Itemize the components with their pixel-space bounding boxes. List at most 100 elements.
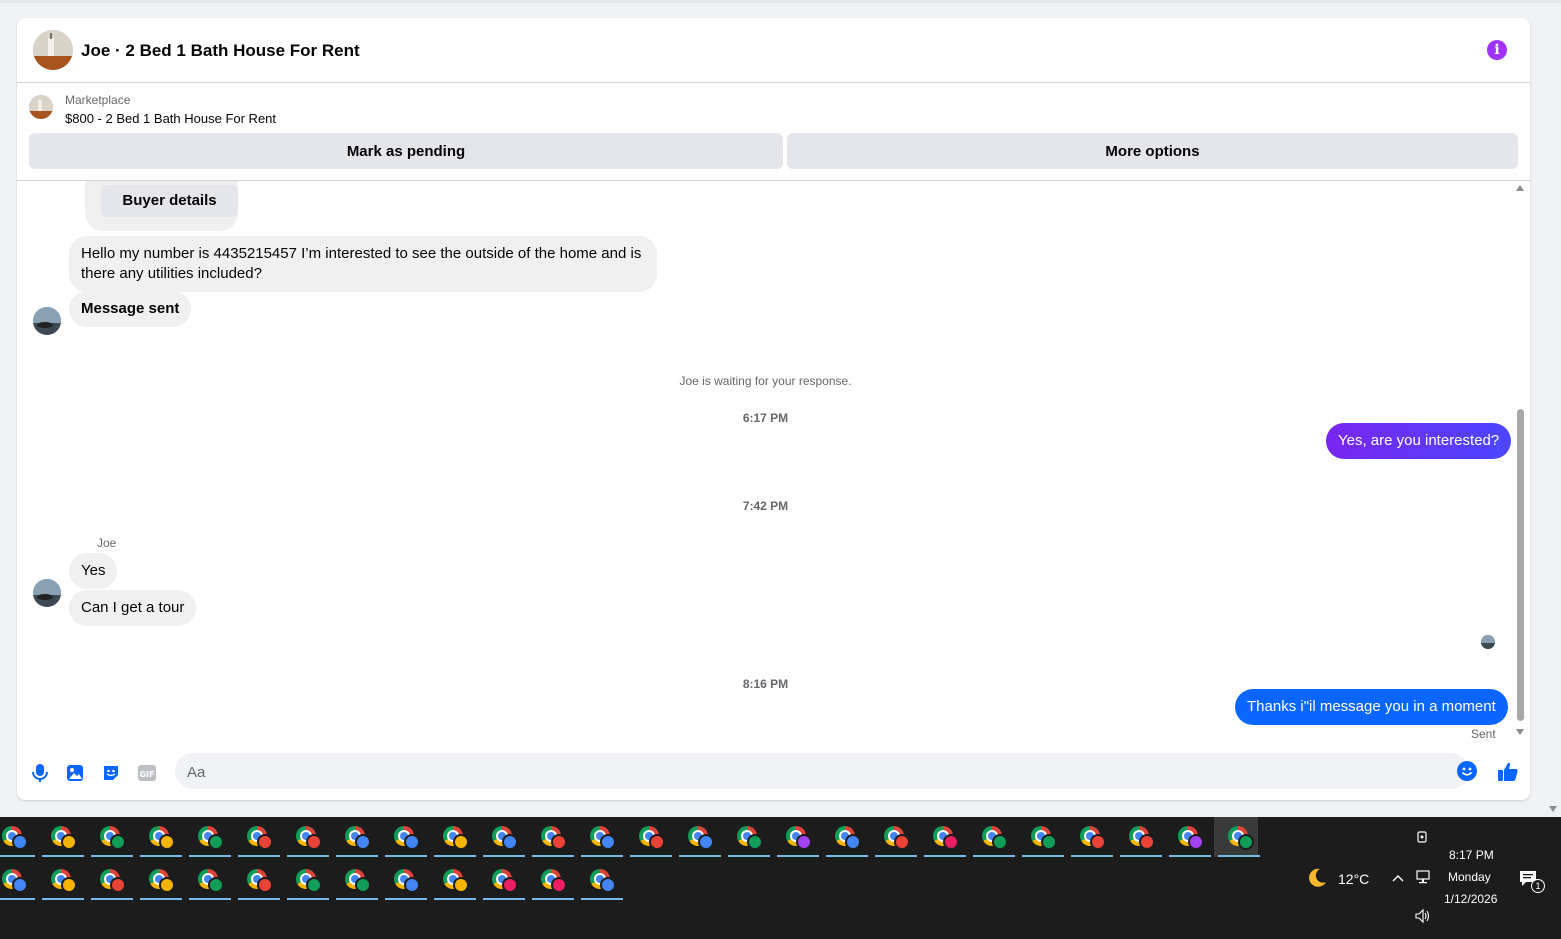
- taskbar-chrome-window[interactable]: [479, 860, 525, 900]
- taskbar-chrome-window[interactable]: [675, 817, 721, 857]
- taskbar-chrome-window[interactable]: [528, 817, 574, 857]
- taskbar-chrome-window[interactable]: [283, 860, 329, 900]
- message-bubble-incoming[interactable]: Hello my number is 4435215457 I’m intere…: [69, 236, 657, 292]
- taskbar-chrome-window[interactable]: [234, 860, 280, 900]
- listing-title[interactable]: $800 - 2 Bed 1 Bath House For Rent: [65, 111, 276, 126]
- sent-status: Sent: [1471, 727, 1496, 741]
- taskbar-chrome-window[interactable]: [626, 817, 672, 857]
- taskbar-chrome-window[interactable]: [0, 860, 35, 900]
- taskbar-chrome-window[interactable]: [1018, 817, 1064, 857]
- notification-count-badge: 1: [1531, 879, 1545, 893]
- taskbar-chrome-window[interactable]: [430, 860, 476, 900]
- taskbar-chrome-window[interactable]: [136, 817, 182, 857]
- taskbar-chrome-window[interactable]: [38, 860, 84, 900]
- mark-as-pending-button[interactable]: Mark as pending: [29, 133, 783, 169]
- meet-now-icon[interactable]: [1416, 829, 1430, 845]
- chevron-up-icon[interactable]: [1391, 873, 1405, 883]
- volume-icon[interactable]: [1414, 908, 1432, 924]
- marketplace-banner: Marketplace $800 - 2 Bed 1 Bath House Fo…: [17, 83, 1530, 181]
- thumbs-up-icon[interactable]: [1496, 760, 1520, 784]
- page-scroll-down-arrow-icon[interactable]: [1546, 800, 1561, 817]
- running-indicator: [483, 898, 525, 900]
- message-bubble-incoming[interactable]: Yes: [69, 553, 118, 589]
- message-thread[interactable]: Buyer details Hello my number is 4435215…: [17, 181, 1530, 741]
- photo-icon[interactable]: [64, 762, 86, 784]
- timestamp: 6:17 PM: [742, 411, 789, 425]
- sender-name: Joe: [97, 536, 117, 550]
- emoji-icon[interactable]: [1457, 761, 1477, 781]
- taskbar-chrome-window[interactable]: [479, 817, 525, 857]
- sticker-icon[interactable]: [100, 762, 122, 784]
- taskbar-chrome-window[interactable]: [969, 817, 1015, 857]
- running-indicator: [385, 855, 427, 857]
- scroll-up-arrow-icon[interactable]: [1516, 185, 1524, 191]
- message-bubble-outgoing[interactable]: Thanks i"il message you in a moment: [1235, 689, 1508, 725]
- info-icon[interactable]: i: [1487, 40, 1507, 60]
- profile-badge-icon: [600, 834, 616, 850]
- taskbar-chrome-window[interactable]: [871, 817, 917, 857]
- running-indicator: [581, 855, 623, 857]
- more-options-button[interactable]: More options: [787, 133, 1518, 169]
- running-indicator: [679, 855, 721, 857]
- running-indicator: [581, 898, 623, 900]
- taskbar-chrome-window[interactable]: [577, 817, 623, 857]
- taskbar-chrome-window[interactable]: [920, 817, 966, 857]
- taskbar-chrome-window[interactable]: [1165, 817, 1211, 857]
- taskbar-chrome-window[interactable]: [381, 860, 427, 900]
- taskbar-chrome-window[interactable]: [283, 817, 329, 857]
- buyer-details-button[interactable]: Buyer details: [101, 185, 238, 217]
- taskbar-chrome-window[interactable]: [185, 860, 231, 900]
- taskbar-chrome-window[interactable]: [87, 860, 133, 900]
- taskbar-chrome-window[interactable]: [38, 817, 84, 857]
- profile-badge-icon: [404, 834, 420, 850]
- scroll-thumb[interactable]: [1517, 409, 1524, 721]
- taskbar-chrome-window[interactable]: [528, 860, 574, 900]
- taskbar-chrome-window[interactable]: [1214, 817, 1260, 857]
- taskbar-chrome-window[interactable]: [1116, 817, 1162, 857]
- running-indicator: [0, 898, 35, 900]
- profile-badge-icon: [1139, 834, 1155, 850]
- message-bubble-outgoing[interactable]: Yes, are you interested?: [1326, 423, 1512, 459]
- profile-badge-icon: [649, 834, 665, 850]
- scroll-down-arrow-icon[interactable]: [1516, 729, 1524, 735]
- taskbar-chrome-window[interactable]: [724, 817, 770, 857]
- taskbar-chrome-window[interactable]: [430, 817, 476, 857]
- profile-badge-icon: [600, 877, 616, 893]
- profile-badge-icon: [159, 834, 175, 850]
- message-bubble-incoming[interactable]: Message sent: [69, 291, 192, 327]
- running-indicator: [532, 898, 574, 900]
- taskbar-chrome-window[interactable]: [332, 860, 378, 900]
- message-bubble-incoming[interactable]: Can I get a tour: [69, 590, 197, 626]
- taskbar-chrome-window[interactable]: [332, 817, 378, 857]
- joe-avatar[interactable]: [33, 579, 61, 607]
- taskbar-chrome-window[interactable]: [87, 817, 133, 857]
- taskbar-chrome-window[interactable]: [822, 817, 868, 857]
- taskbar-chrome-window[interactable]: [381, 817, 427, 857]
- taskbar-chrome-window[interactable]: [1067, 817, 1113, 857]
- listing-avatar[interactable]: [33, 30, 73, 70]
- clock-day[interactable]: Monday: [1448, 870, 1491, 884]
- running-indicator: [1169, 855, 1211, 857]
- profile-badge-icon: [845, 834, 861, 850]
- taskbar-chrome-window[interactable]: [773, 817, 819, 857]
- weather-temperature[interactable]: 12°C: [1338, 871, 1369, 887]
- taskbar-chrome-window[interactable]: [0, 817, 35, 857]
- network-icon[interactable]: [1414, 869, 1432, 885]
- clock-time[interactable]: 8:17 PM: [1449, 848, 1494, 862]
- message-input-box[interactable]: [175, 753, 1469, 791]
- moon-weather-icon[interactable]: [1305, 866, 1329, 890]
- profile-badge-icon: [404, 877, 420, 893]
- conversation-panel: Joe · 2 Bed 1 Bath House For Rent i Mark…: [17, 18, 1530, 800]
- taskbar-chrome-window[interactable]: [185, 817, 231, 857]
- message-input[interactable]: [185, 753, 1429, 791]
- taskbar-chrome-window[interactable]: [577, 860, 623, 900]
- microphone-icon[interactable]: [29, 762, 51, 784]
- clock-date[interactable]: 1/12/2026: [1444, 892, 1497, 906]
- joe-avatar[interactable]: [33, 307, 61, 335]
- taskbar-chrome-window[interactable]: [136, 860, 182, 900]
- thread-scrollbar[interactable]: [1515, 181, 1527, 741]
- gif-icon[interactable]: GIF: [136, 762, 158, 784]
- listing-thumbnail[interactable]: [29, 95, 53, 119]
- timestamp: 7:42 PM: [742, 499, 789, 513]
- taskbar-chrome-window[interactable]: [234, 817, 280, 857]
